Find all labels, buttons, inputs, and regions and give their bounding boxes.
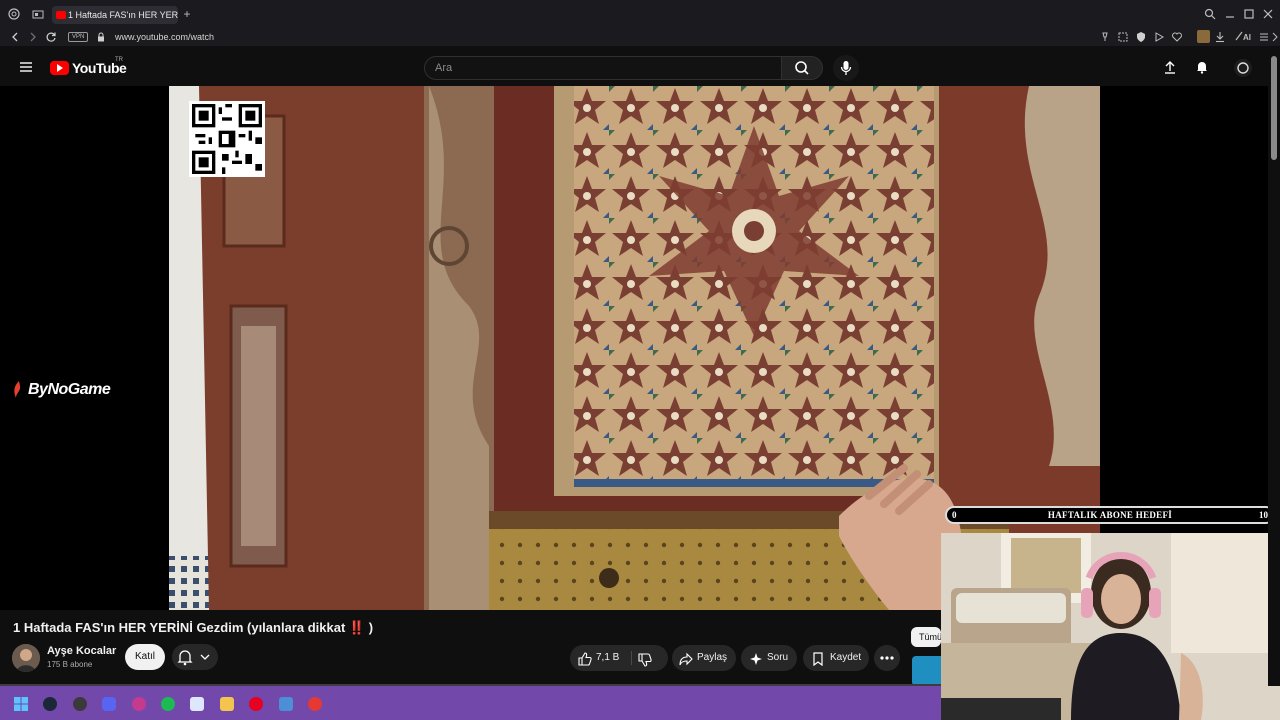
goal-end-value: 10 [1259,510,1268,520]
minimize-icon[interactable] [1224,8,1236,20]
shield-icon[interactable] [1135,31,1147,43]
download-icon[interactable] [1214,31,1226,43]
youtube-favicon-icon [56,11,66,19]
browser-search-icon[interactable] [1204,8,1216,20]
pinterest-icon[interactable] [249,697,263,711]
subscriber-count: 175 B abone [47,660,93,669]
back-icon[interactable] [9,31,21,43]
video-title: 1 Haftada FAS'ın HER YERİNİ Gezdim (yıla… [13,620,374,635]
video-player[interactable] [169,86,1100,610]
streamer-webcam [941,533,1280,720]
more-horizontal-icon [880,656,894,660]
share-label: Paylaş [697,652,728,663]
voice-search-mic-icon[interactable] [833,55,859,81]
join-button[interactable]: Katıl [125,644,165,670]
url-field[interactable]: www.youtube.com/watch [115,31,214,43]
chip-all[interactable]: Tümü [911,627,941,647]
new-tab-button[interactable]: + [181,8,193,20]
channel-avatar[interactable] [12,644,40,672]
account-avatar[interactable] [1234,59,1252,77]
browser-tab-bar: 1 Haftada FAS'ın HER YERİN + [0,0,1280,28]
maximize-icon[interactable] [1243,8,1255,20]
save-button[interactable]: Kaydet [803,645,869,671]
ask-label: Soru [767,652,789,663]
steam-icon[interactable] [43,697,57,711]
player-letterbox-left [0,86,169,610]
video-frame-image [169,86,1100,610]
forward-icon[interactable] [27,31,39,43]
youtube-logo-icon[interactable] [50,61,69,75]
goal-label: HAFTALIK ABONE HEDEFİ [1047,510,1173,520]
subscribe-notifications-button[interactable] [172,644,218,670]
qr-code-image [189,101,265,177]
vpn-badge[interactable]: VPN [68,32,89,42]
pin-icon[interactable] [1099,31,1111,43]
bell-icon [177,650,193,666]
weekly-subscriber-goal-bar: 0 HAFTALIK ABONE HEDEFİ 10 [945,506,1275,524]
like-divider [631,651,632,665]
screenshot-icon[interactable] [1117,31,1129,43]
related-video-thumbnail[interactable] [912,656,941,686]
ai-assistant-button[interactable]: AI [1232,31,1254,43]
spotify-icon[interactable] [161,697,175,711]
channel-name[interactable]: Ayşe Kocalar [47,645,116,657]
bynogame-logo-icon [12,381,24,398]
bookmark-icon [811,651,825,667]
more-actions-button[interactable] [874,645,900,671]
like-dislike-group: 7,1 B [570,645,668,671]
country-code: TR [115,57,123,63]
sparkle-icon [749,651,763,665]
close-window-icon[interactable] [1262,8,1274,20]
tab-title: 1 Haftada FAS'ın HER YERİN [68,10,178,20]
dislike-icon[interactable] [638,652,652,667]
search-input[interactable] [424,56,782,80]
ai-label: AI [1243,33,1251,42]
reload-icon[interactable] [45,31,57,43]
browser-address-bar: VPN www.youtube.com/watch AI [0,28,1280,46]
opera-icon[interactable] [132,697,146,711]
browser-menu-icon[interactable] [8,8,20,20]
snipping-tool-icon[interactable] [190,697,204,711]
player-letterbox-right [1100,86,1268,536]
opera-gx-icon[interactable] [73,697,87,711]
bynogame-brand-text: ByNoGame [28,381,111,398]
file-explorer-icon[interactable] [220,697,234,711]
guide-menu-icon[interactable] [19,60,33,74]
discord-icon[interactable] [102,697,116,711]
red-app-icon[interactable] [308,697,322,711]
ask-button[interactable]: Soru [741,645,797,671]
notifications-bell-icon[interactable] [1195,60,1209,74]
share-button[interactable]: Paylaş [672,645,736,671]
hamburger-menu-icon[interactable] [1258,31,1270,43]
save-label: Kaydet [830,652,862,663]
search-button[interactable] [781,56,823,80]
player-icon[interactable] [1153,31,1165,43]
lock-icon[interactable] [95,31,107,43]
heart-icon[interactable] [1171,31,1183,43]
share-icon [679,651,693,666]
sidebar-toggle-icon[interactable] [1271,31,1279,43]
scrollbar-thumb[interactable] [1271,56,1277,160]
chevron-down-icon [200,654,210,660]
network-app-icon[interactable] [279,697,293,711]
browser-tab-active[interactable]: 1 Haftada FAS'ın HER YERİN [52,6,178,24]
windows-start-icon[interactable] [14,697,28,711]
youtube-header: YouTube TR [0,46,1268,86]
like-icon[interactable] [578,651,592,666]
profile-thumbnail-icon[interactable] [1197,30,1210,43]
like-count[interactable]: 7,1 B [596,645,619,671]
tab-manager-icon[interactable] [32,8,44,20]
upload-icon[interactable] [1163,60,1177,74]
